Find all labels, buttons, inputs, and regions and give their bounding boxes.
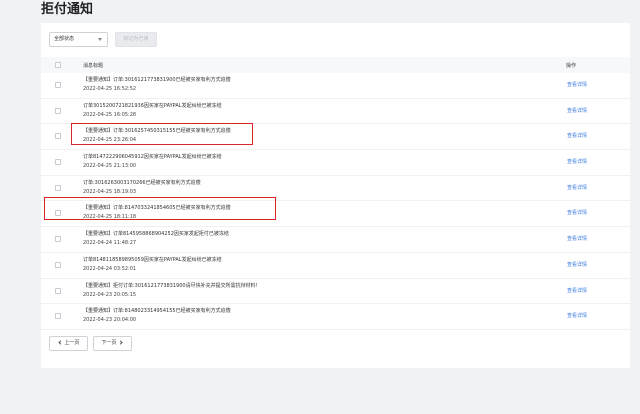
select-all-checkbox[interactable]: [55, 62, 61, 68]
mark-read-button[interactable]: 标记为已读: [115, 32, 157, 47]
table-row: 订单:3016263003170266已经被买家有利方式追偿 2022-04-25…: [41, 176, 630, 202]
view-detail-link[interactable]: 查看详情: [567, 158, 587, 167]
table-row: 订单8148118589895059因买家在PAYPAL发起纠纷已被冻结 2022…: [41, 253, 630, 279]
chevron-right-icon: [117, 340, 123, 345]
message-title: 订单8148118589895059因买家在PAYPAL发起纠纷已被冻结: [83, 256, 222, 263]
status-filter-value: 全部状态: [54, 36, 75, 42]
table-row: 【重要通知】订单:8148023314954155已经被买家有利方式追偿 2022…: [41, 304, 630, 330]
message-time: 2022-04-23 20:05:15: [83, 291, 137, 298]
notification-panel: 全部状态 标记为已读 消息标题 操作 【重要通知】订单:301612177383…: [41, 23, 630, 368]
message-title: 【重要通知】订单:3016121773831900已经被买家有利方式追偿: [83, 77, 231, 83]
table-row: 订单3015200721821936因买家在PAYPAL发起纠纷已被冻结 2022…: [41, 99, 630, 125]
chevron-left-icon: [58, 340, 64, 345]
row-checkbox[interactable]: [55, 82, 61, 88]
message-time: 2022-04-24 03:52:01: [83, 265, 137, 272]
message-title: 【重要通知】订单:3016257450315155已经被买家有利方式追偿: [83, 128, 231, 135]
view-detail-link[interactable]: 查看详情: [567, 312, 587, 321]
message-table: 消息标题 操作 【重要通知】订单:3016121773831900已经被买家有利…: [41, 57, 630, 330]
table-body: 【重要通知】订单:3016121773831900已经被买家有利方式追偿 2022…: [41, 73, 630, 330]
table-row: 【重要通知】拒付订单:3016121773831900请尽快补充并提交所需抗辩材…: [41, 279, 630, 305]
message-title: 【重要通知】订单:8148023314954155已经被买家有利方式追偿: [83, 308, 231, 315]
row-checkbox[interactable]: [55, 287, 61, 294]
message-title: 【重要通知】订单8145958868904252因买家发起拒付已被冻结: [83, 231, 229, 238]
message-time: 2022-04-25 18:19:03: [83, 188, 137, 195]
status-filter-select[interactable]: 全部状态: [49, 32, 108, 47]
message-title: 订单:3016263003170266已经被买家有利方式追偿: [83, 179, 201, 186]
view-detail-link[interactable]: 查看详情: [567, 287, 587, 296]
message-time: 2022-04-25 21:13:00: [83, 163, 137, 170]
view-detail-link[interactable]: 查看详情: [567, 81, 587, 90]
column-header-op: 操作: [566, 63, 577, 69]
chevron-down-icon: [98, 38, 102, 41]
table-row: 【重要通知】订单:8147033241854605已经被买家有利方式追偿 2022…: [41, 201, 630, 228]
row-checkbox[interactable]: [55, 313, 61, 320]
message-title: 【重要通知】订单:8147033241854605已经被买家有利方式追偿: [83, 205, 231, 212]
row-checkbox[interactable]: [55, 184, 61, 191]
prev-page-button[interactable]: 上一页: [49, 336, 88, 351]
next-page-label: 下一页: [101, 340, 117, 346]
table-row: 【重要通知】订单:3016257450315155已经被买家有利方式追偿 2022…: [41, 124, 630, 151]
next-page-button[interactable]: 下一页: [93, 336, 132, 351]
page-title: 拒付通知: [41, 2, 94, 17]
row-checkbox[interactable]: [55, 261, 61, 268]
row-checkbox[interactable]: [55, 107, 61, 114]
table-row: 【重要通知】订单8145958868904252因买家发起拒付已被冻结 2022-…: [41, 227, 630, 253]
table-header: 消息标题 操作: [41, 57, 630, 73]
message-time: 2022-04-25 16:05:28: [83, 111, 137, 118]
message-title: 【重要通知】拒付订单:3016121773831900请尽快补充并提交所需抗辩材…: [83, 282, 258, 289]
view-detail-link[interactable]: 查看详情: [567, 235, 587, 244]
message-time: 2022-04-25 18:11:18: [83, 214, 137, 221]
row-checkbox[interactable]: [55, 159, 61, 166]
message-time: 2022-04-24 11:48:27: [83, 240, 137, 247]
view-detail-link[interactable]: 查看详情: [567, 107, 587, 116]
row-checkbox[interactable]: [55, 133, 61, 140]
view-detail-link[interactable]: 查看详情: [567, 184, 587, 193]
view-detail-link[interactable]: 查看详情: [567, 261, 587, 270]
view-detail-link[interactable]: 查看详情: [567, 209, 587, 218]
message-time: 2022-04-25 16:52:52: [83, 86, 137, 92]
view-detail-link[interactable]: 查看详情: [567, 132, 587, 141]
column-header-title: 消息标题: [83, 63, 104, 69]
message-title: 订单3015200721821936因买家在PAYPAL发起纠纷已被冻结: [83, 102, 222, 109]
message-time: 2022-04-25 23:26:04: [83, 137, 137, 144]
message-title: 订单8147222906045912因买家在PAYPAL发起纠纷已被冻结: [83, 154, 222, 161]
prev-page-label: 上一页: [64, 340, 80, 346]
table-row: 【重要通知】订单:3016121773831900已经被买家有利方式追偿 2022…: [41, 73, 630, 99]
table-row: 订单8147222906045912因买家在PAYPAL发起纠纷已被冻结 2022…: [41, 150, 630, 176]
row-checkbox[interactable]: [55, 210, 61, 217]
row-checkbox[interactable]: [55, 236, 61, 243]
message-time: 2022-04-23 20:04:00: [83, 317, 137, 324]
